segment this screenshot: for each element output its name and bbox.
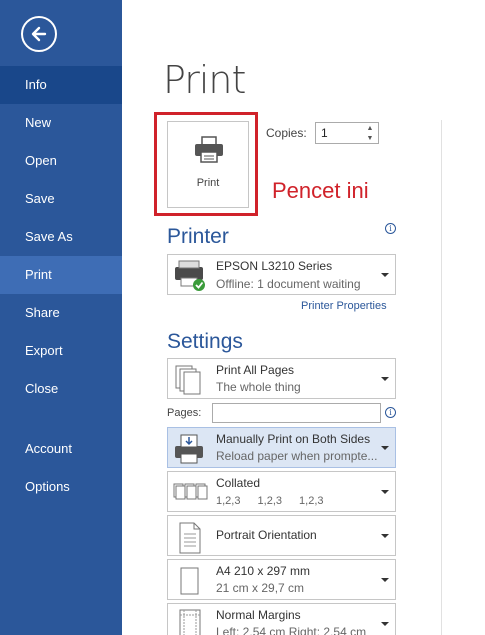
nav-export[interactable]: Export	[0, 332, 122, 370]
info-icon[interactable]: i	[385, 407, 396, 418]
nav-share[interactable]: Share	[0, 294, 122, 332]
chevron-down-icon	[381, 273, 389, 277]
chevron-down-icon	[381, 578, 389, 582]
margins-sub: Left: 2,54 cm Right: 2,54 cm	[216, 625, 367, 635]
collation-sub: 1,2,3 1,2,3 1,2,3	[216, 495, 324, 507]
collation-dropdown[interactable]: Collated 1,2,3 1,2,3 1,2,3	[167, 471, 396, 512]
duplex-dropdown[interactable]: Manually Print on Both Sides Reload pape…	[167, 427, 396, 468]
paper-size-sub: 21 cm x 29,7 cm	[216, 581, 305, 595]
duplex-sub: Reload paper when prompte...	[216, 449, 378, 463]
orientation-dropdown[interactable]: Portrait Orientation	[167, 515, 396, 556]
orientation-label: Portrait Orientation	[216, 528, 317, 542]
pages-label: Pages:	[167, 407, 202, 419]
copies-spinner[interactable]: 1 ▲ ▼	[315, 122, 379, 144]
spin-up-icon[interactable]: ▲	[364, 124, 376, 133]
pages-input[interactable]	[212, 403, 381, 423]
collated-icon	[173, 483, 208, 500]
nav-options[interactable]: Options	[0, 468, 122, 506]
chevron-down-icon	[381, 490, 389, 494]
paper-size-label: A4 210 x 297 mm	[216, 564, 311, 578]
copies-value[interactable]: 1	[321, 126, 328, 140]
nav-account[interactable]: Account	[0, 430, 122, 468]
margins-icon	[179, 609, 201, 635]
collation-label: Collated	[216, 476, 261, 490]
nav-save-as[interactable]: Save As	[0, 218, 122, 256]
print-range-label: Print All Pages	[216, 363, 295, 377]
paper-icon	[180, 567, 199, 595]
column-divider	[441, 120, 442, 635]
nav-close[interactable]: Close	[0, 370, 122, 408]
margins-label: Normal Margins	[216, 608, 301, 622]
copies-label: Copies:	[266, 126, 307, 140]
annotation-text: Pencet ini	[272, 178, 369, 203]
print-range-sub: The whole thing	[216, 380, 301, 394]
back-arrow-icon	[31, 26, 47, 42]
paper-size-dropdown[interactable]: A4 210 x 297 mm 21 cm x 29,7 cm	[167, 559, 396, 600]
back-button[interactable]	[21, 16, 57, 52]
duplex-label: Manually Print on Both Sides	[216, 432, 371, 446]
printer-dropdown[interactable]: EPSON L3210 Series Offline: 1 document w…	[167, 254, 396, 295]
chevron-down-icon	[381, 622, 389, 626]
info-icon[interactable]: i	[385, 223, 396, 234]
manual-duplex-icon	[175, 434, 203, 464]
printer-name: EPSON L3210 Series	[216, 259, 333, 273]
spin-down-icon[interactable]: ▼	[364, 134, 376, 143]
nav-open[interactable]: Open	[0, 142, 122, 180]
printer-icon	[195, 136, 223, 163]
printer-device-icon	[175, 260, 205, 291]
print-button-label: Print	[196, 177, 220, 189]
nav-new[interactable]: New	[0, 104, 122, 142]
nav-save[interactable]: Save	[0, 180, 122, 218]
margins-dropdown[interactable]: Normal Margins Left: 2,54 cm Right: 2,54…	[167, 603, 396, 635]
print-button[interactable]: Print	[167, 121, 249, 208]
printer-heading: Printer	[167, 225, 229, 248]
settings-heading: Settings	[167, 330, 243, 353]
portrait-page-icon	[179, 522, 201, 554]
printer-status: Offline: 1 document waiting	[216, 277, 361, 291]
chevron-down-icon	[381, 377, 389, 381]
printer-properties-link[interactable]: Printer Properties	[301, 300, 387, 312]
chevron-down-icon	[381, 534, 389, 538]
page-title: Print	[163, 58, 246, 102]
pages-icon	[175, 365, 201, 395]
print-range-dropdown[interactable]: Print All Pages The whole thing	[167, 358, 396, 399]
backstage-sidebar: Info New Open Save Save As Print Share E…	[0, 0, 122, 635]
nav-info[interactable]: Info	[0, 66, 122, 104]
nav-print[interactable]: Print	[0, 256, 122, 294]
chevron-down-icon	[381, 446, 389, 450]
